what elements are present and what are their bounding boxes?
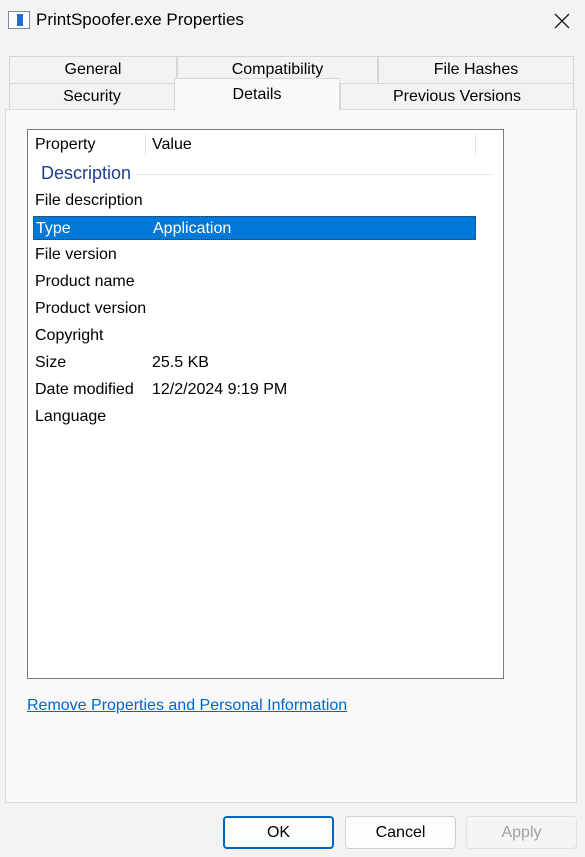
- property-name: Product version: [35, 300, 147, 317]
- group-label: Description: [41, 163, 132, 183]
- tab-details-label: Details: [232, 85, 282, 103]
- tab-security-label: Security: [63, 87, 121, 105]
- tab-compatibility-label: Compatibility: [231, 60, 324, 78]
- list-item[interactable]: Product version: [33, 297, 476, 321]
- tab-strip: General Compatibility File Hashes Securi…: [0, 56, 585, 110]
- list-item[interactable]: Language: [33, 405, 476, 429]
- property-name: Language: [35, 408, 107, 425]
- property-value: 12/2/2024 9:19 PM: [152, 381, 288, 398]
- property-value: Application: [153, 220, 232, 237]
- property-name: Copyright: [35, 327, 104, 344]
- property-name: File version: [35, 246, 117, 263]
- tab-general-label: General: [64, 60, 122, 78]
- column-header-value[interactable]: Value: [152, 136, 192, 154]
- property-name: Product name: [35, 273, 135, 290]
- details-list[interactable]: Property Value Description File descript…: [27, 129, 504, 679]
- tab-details[interactable]: Details: [174, 78, 340, 110]
- apply-button[interactable]: Apply: [466, 816, 577, 849]
- list-item[interactable]: Copyright: [33, 324, 476, 348]
- title-bar: PrintSpoofer.exe Properties: [0, 0, 585, 42]
- close-icon: [554, 13, 570, 29]
- tab-previous-versions[interactable]: Previous Versions: [340, 83, 574, 109]
- ok-button[interactable]: OK: [223, 816, 334, 849]
- list-item[interactable]: Size 25.5 KB: [33, 351, 476, 375]
- list-header: Property Value: [28, 130, 503, 158]
- list-item[interactable]: File version: [33, 243, 476, 267]
- cancel-button-label: Cancel: [375, 823, 426, 841]
- window-title: PrintSpoofer.exe Properties: [36, 10, 244, 29]
- property-value: 25.5 KB: [152, 354, 209, 371]
- ok-button-label: OK: [266, 823, 291, 841]
- column-divider[interactable]: [145, 133, 146, 156]
- remove-properties-link[interactable]: Remove Properties and Personal Informati…: [27, 697, 347, 715]
- close-button[interactable]: [539, 0, 585, 42]
- column-header-property[interactable]: Property: [35, 136, 95, 154]
- column-divider[interactable]: [475, 133, 476, 156]
- list-item[interactable]: Date modified 12/2/2024 9:19 PM: [33, 378, 476, 402]
- tab-general[interactable]: General: [9, 56, 177, 82]
- property-name: Date modified: [35, 381, 134, 398]
- tab-previous-versions-label: Previous Versions: [392, 87, 522, 105]
- property-name: Size: [35, 354, 67, 371]
- list-item[interactable]: File description: [33, 189, 476, 213]
- apply-button-label: Apply: [501, 823, 542, 841]
- list-item-selected[interactable]: Type Application: [33, 216, 476, 240]
- group-header-description: Description: [28, 161, 503, 187]
- cancel-button[interactable]: Cancel: [345, 816, 456, 849]
- file-properties-icon: [8, 11, 30, 29]
- tab-file-hashes[interactable]: File Hashes: [378, 56, 574, 82]
- tab-security[interactable]: Security: [9, 83, 175, 109]
- group-divider: [136, 174, 493, 175]
- property-name: Type: [36, 220, 71, 237]
- list-item[interactable]: Product name: [33, 270, 476, 294]
- property-name: File description: [35, 192, 143, 209]
- tab-file-hashes-label: File Hashes: [433, 60, 519, 78]
